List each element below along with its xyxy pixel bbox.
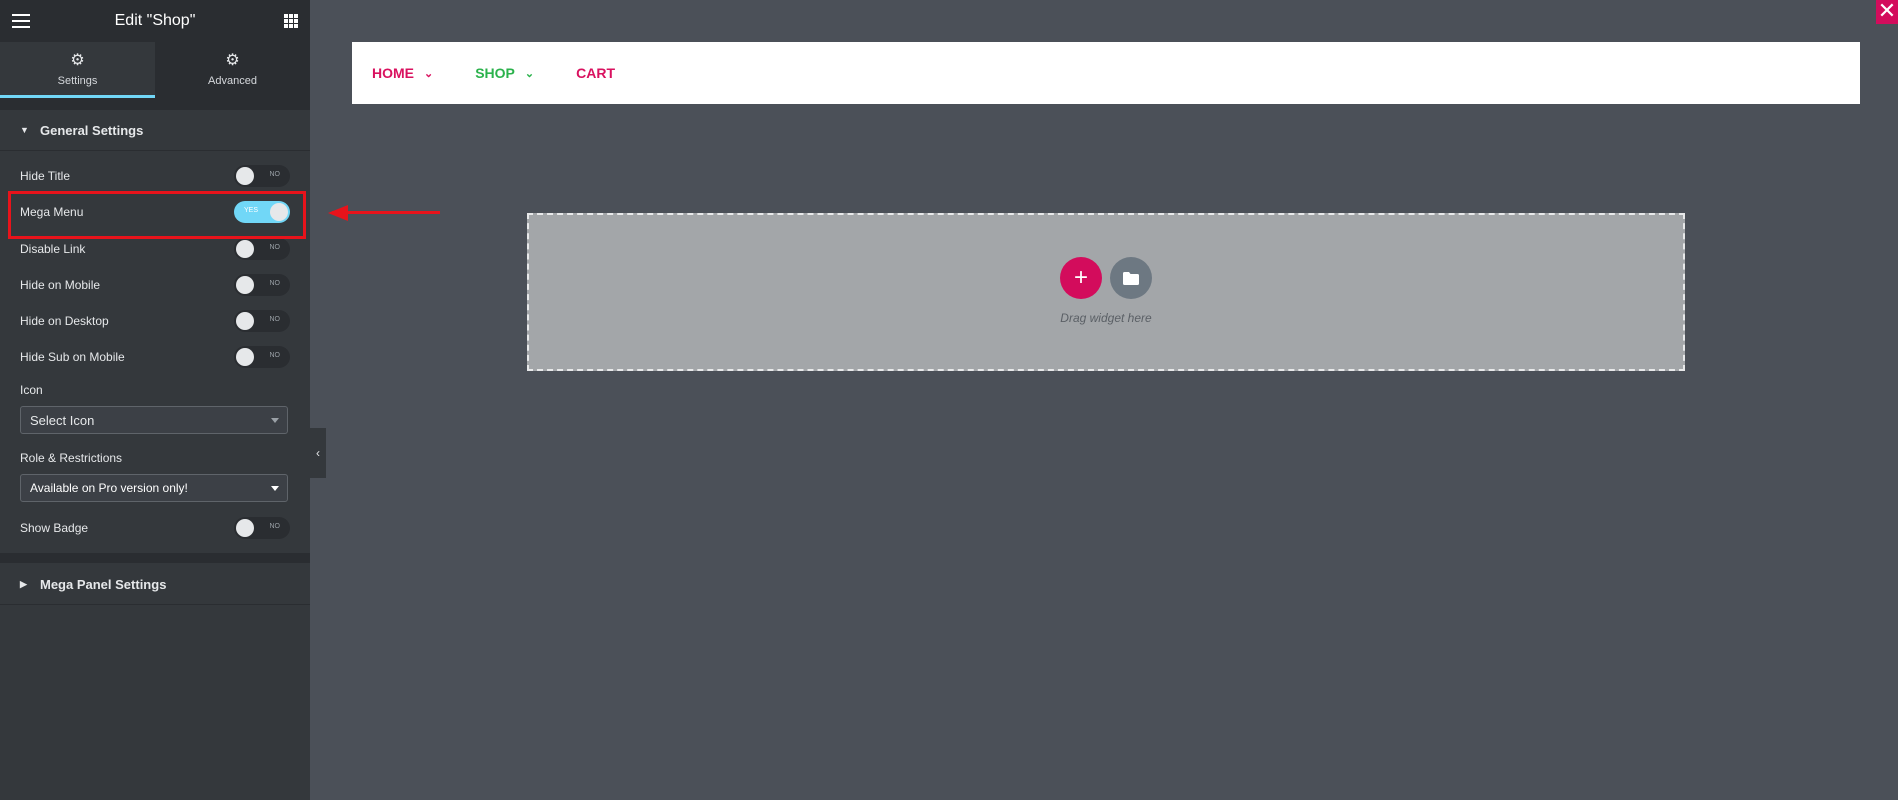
icon-select[interactable]: Select Icon (20, 406, 288, 434)
preview-nav-menu: HOME ⌄ SHOP ⌄ CART (352, 42, 1860, 104)
gear-icon: ⚙ (70, 52, 85, 69)
section-divider (0, 604, 310, 605)
toggle-knob (236, 312, 254, 330)
tab-advanced[interactable]: ⚙ Advanced (155, 42, 310, 98)
general-settings-header[interactable]: ▼ General Settings (0, 110, 310, 151)
drag-widget-hint: Drag widget here (1060, 311, 1152, 325)
hide-on-mobile-label: Hide on Mobile (20, 278, 101, 292)
mega-panel-settings-title: Mega Panel Settings (40, 576, 167, 592)
nav-item-cart[interactable]: CART (576, 65, 615, 81)
nav-item-home[interactable]: HOME ⌄ (372, 65, 433, 81)
caret-down-icon: ▼ (20, 125, 29, 135)
toggle-state: NO (269, 316, 281, 323)
settings-tabs: ⚙ Settings ⚙ Advanced (0, 42, 310, 98)
caret-right-icon: ▶ (20, 578, 27, 589)
annotation-arrow-icon (328, 205, 348, 221)
tab-settings-label: Settings (57, 75, 98, 87)
close-button[interactable]: ✕ (1876, 0, 1898, 24)
hide-title-label: Hide Title (20, 169, 71, 183)
chevron-down-icon: ⌄ (524, 67, 535, 80)
tab-settings[interactable]: ⚙ Settings (0, 42, 155, 98)
widget-drop-zone[interactable]: + Drag widget here (527, 213, 1685, 371)
toggle-state: NO (269, 171, 281, 178)
section-divider (0, 98, 310, 110)
show-badge-label: Show Badge (20, 521, 89, 535)
toggle-state: NO (269, 280, 281, 287)
hide-on-mobile-row: Hide on Mobile NO (20, 273, 290, 297)
toggle-state: NO (269, 523, 281, 530)
chevron-left-icon: ‹ (316, 446, 320, 460)
toggle-knob (236, 276, 254, 294)
add-template-button[interactable] (1110, 257, 1152, 299)
section-divider (0, 553, 310, 563)
hamburger-icon[interactable] (12, 14, 30, 28)
icon-select-value: Select Icon (30, 412, 95, 428)
general-settings-title: General Settings (40, 122, 144, 138)
toggle-knob (236, 519, 254, 537)
disable-link-toggle[interactable]: NO (234, 238, 290, 260)
gear-icon: ⚙ (225, 52, 240, 69)
role-restrictions-select[interactable]: Available on Pro version only! (20, 474, 288, 502)
nav-shop-label: SHOP (475, 65, 515, 81)
nav-item-shop[interactable]: SHOP ⌄ (475, 65, 534, 81)
editor-sidebar: Edit "Shop" ⚙ Settings ⚙ Advanced ▼ Gene… (0, 0, 310, 800)
close-icon: ✕ (1877, 0, 1897, 23)
icon-label: Icon (20, 383, 43, 397)
hide-title-toggle[interactable]: NO (234, 165, 290, 187)
toggle-state: NO (269, 244, 281, 251)
hide-sub-on-mobile-label: Hide Sub on Mobile (20, 350, 125, 364)
toggle-knob (236, 240, 254, 258)
sidebar-header: Edit "Shop" (0, 0, 310, 42)
toggle-knob (236, 167, 254, 185)
hide-on-mobile-toggle[interactable]: NO (234, 274, 290, 296)
chevron-down-icon: ⌄ (424, 67, 434, 80)
show-badge-row: Show Badge NO (20, 516, 290, 540)
hide-on-desktop-toggle[interactable]: NO (234, 310, 290, 332)
drop-zone-buttons: + (1060, 257, 1152, 299)
disable-link-row: Disable Link NO (20, 237, 290, 261)
dropdown-arrow-icon (271, 486, 279, 491)
hide-on-desktop-label: Hide on Desktop (20, 314, 109, 328)
toggle-state: NO (269, 352, 281, 359)
collapse-panel-button[interactable]: ‹ (310, 428, 326, 478)
annotation-arrow-line (332, 211, 440, 214)
panel-title: Edit "Shop" (114, 12, 196, 29)
role-select-value: Available on Pro version only! (30, 481, 188, 495)
nav-home-label: HOME (372, 65, 414, 81)
mega-panel-settings-header[interactable]: ▶ Mega Panel Settings (0, 564, 310, 604)
show-badge-toggle[interactable]: NO (234, 517, 290, 539)
tab-advanced-label: Advanced (208, 75, 257, 87)
grid-apps-icon[interactable] (284, 14, 298, 28)
plus-icon: + (1073, 264, 1088, 291)
hide-sub-on-mobile-toggle[interactable]: NO (234, 346, 290, 368)
add-section-button[interactable]: + (1060, 257, 1102, 299)
annotation-highlight-box (8, 191, 306, 239)
nav-cart-label: CART (576, 65, 616, 81)
role-restrictions-label: Role & Restrictions (20, 451, 123, 465)
disable-link-label: Disable Link (20, 242, 86, 256)
hide-sub-on-mobile-row: Hide Sub on Mobile NO (20, 345, 290, 369)
toggle-knob (236, 348, 254, 366)
folder-icon (1123, 271, 1139, 285)
hide-on-desktop-row: Hide on Desktop NO (20, 309, 290, 333)
dropdown-arrow-icon (271, 418, 279, 423)
hide-title-row: Hide Title NO (20, 164, 290, 188)
